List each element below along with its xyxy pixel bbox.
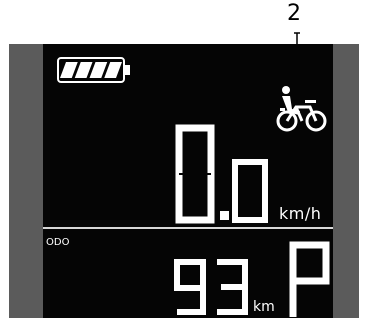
- odo-digit-3: [217, 259, 248, 315]
- speed-unit: km/h: [279, 204, 322, 223]
- lcd-screen: km/h ODO km: [43, 44, 333, 318]
- speed-readout: [175, 124, 268, 224]
- decimal-point: [220, 211, 229, 220]
- odometer-unit: km: [253, 299, 275, 315]
- display-diagram: 2 km/h ODO km: [0, 0, 368, 318]
- mode-letter-p: [289, 241, 330, 317]
- battery-bar: [89, 62, 108, 78]
- speed-digit-0-tenths: [232, 159, 268, 223]
- odo-digit-9: [174, 259, 206, 315]
- battery-bar: [104, 62, 122, 78]
- battery-bar: [60, 62, 78, 78]
- battery-icon: [57, 57, 130, 83]
- odo-label: ODO: [46, 237, 70, 248]
- bicycle-rider-icon: [276, 86, 327, 132]
- odometer-readout: [174, 259, 248, 315]
- display-divider: [43, 227, 333, 229]
- battery-bar: [74, 62, 93, 78]
- callout-label: 2: [287, 1, 301, 26]
- assist-mode-readout: [289, 241, 330, 317]
